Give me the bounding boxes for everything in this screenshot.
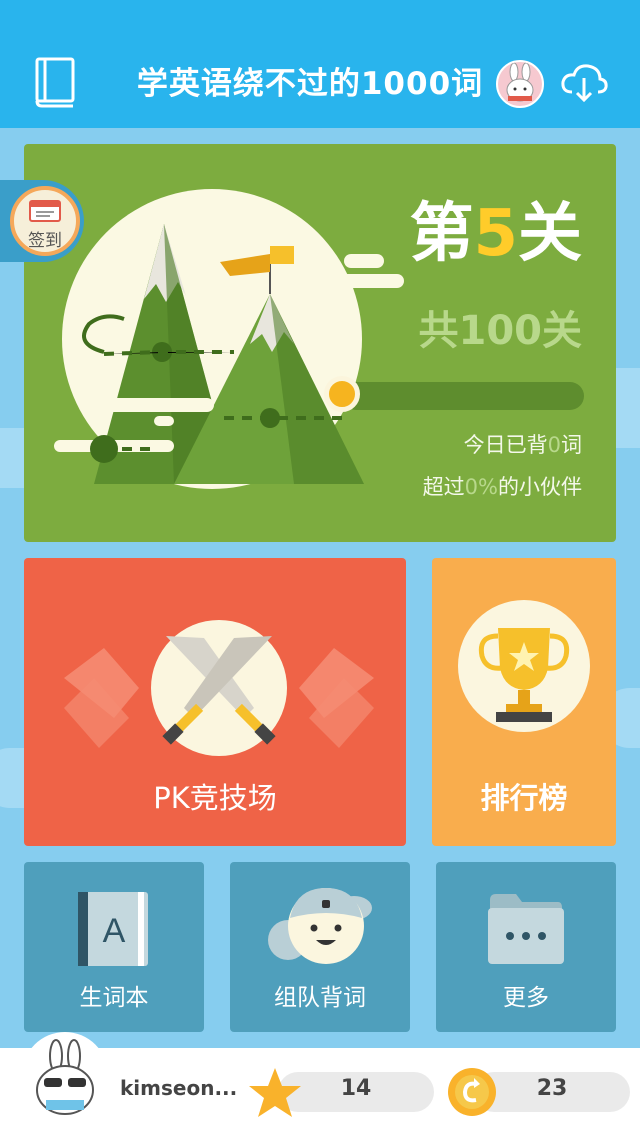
user-status-bar: kimseon... 14 23	[0, 1032, 640, 1136]
calendar-icon	[29, 200, 61, 222]
level-prefix: 第	[409, 197, 474, 271]
team-faces-icon	[268, 888, 372, 964]
wordbook-label: 生词本	[79, 985, 149, 1011]
leaderboard-tile[interactable]: 排行榜	[432, 558, 616, 846]
leaderboard-label: 排行榜	[480, 781, 568, 815]
cloud-download-icon[interactable]	[560, 58, 608, 106]
app-header: 学英语绕不过的1000词	[0, 0, 640, 128]
signin-button[interactable]: 签到	[0, 180, 84, 262]
crossed-swords-icon	[64, 620, 374, 756]
more-tile[interactable]: 更多	[436, 862, 616, 1032]
today-count: 0	[547, 433, 561, 457]
today-suffix: 词	[561, 433, 582, 457]
today-words-stat: 今日已背0词	[464, 430, 582, 460]
total-levels: 共100关	[418, 308, 583, 354]
beat-percent: 0%	[464, 475, 498, 499]
page-title: 学英语绕不过的1000词	[136, 66, 484, 102]
level-progress-knob	[324, 376, 360, 412]
coin-icon	[448, 1068, 496, 1116]
pk-arena-label: PK竞技场	[153, 781, 277, 815]
mountain-illustration	[44, 184, 404, 504]
book-icon[interactable]	[34, 56, 78, 108]
signin-label: 签到	[28, 231, 62, 251]
level-number: 5	[473, 197, 518, 271]
level-suffix: 关	[518, 197, 582, 271]
username: kimseon...	[120, 1076, 238, 1100]
beat-prefix: 超过	[422, 475, 465, 499]
wordbook-tile[interactable]: A 生词本	[24, 862, 204, 1032]
user-avatar[interactable]	[22, 1032, 108, 1118]
beat-friends-stat: 超过0%的小伙伴	[423, 472, 582, 502]
current-level: 第5关	[409, 194, 582, 274]
svg-text:A: A	[103, 912, 126, 950]
team-study-tile[interactable]: 组队背词	[230, 862, 410, 1032]
trophy-icon	[458, 600, 590, 732]
today-prefix: 今日已背	[463, 433, 548, 457]
more-label: 更多	[503, 985, 549, 1011]
bunny-avatar[interactable]	[496, 60, 544, 108]
team-study-label: 组队背词	[274, 985, 366, 1011]
vocab-book-icon: A	[78, 892, 148, 966]
level-card[interactable]: 第5关 共100关 今日已背0词 超过0%的小伙伴	[24, 144, 616, 542]
signin-badge: 签到	[10, 186, 80, 256]
beat-suffix: 的小伙伴	[498, 475, 582, 499]
pk-arena-tile[interactable]: PK竞技场	[24, 558, 406, 846]
level-progress-bar	[342, 382, 584, 410]
star-icon	[249, 1068, 301, 1117]
folder-more-icon	[488, 894, 564, 964]
